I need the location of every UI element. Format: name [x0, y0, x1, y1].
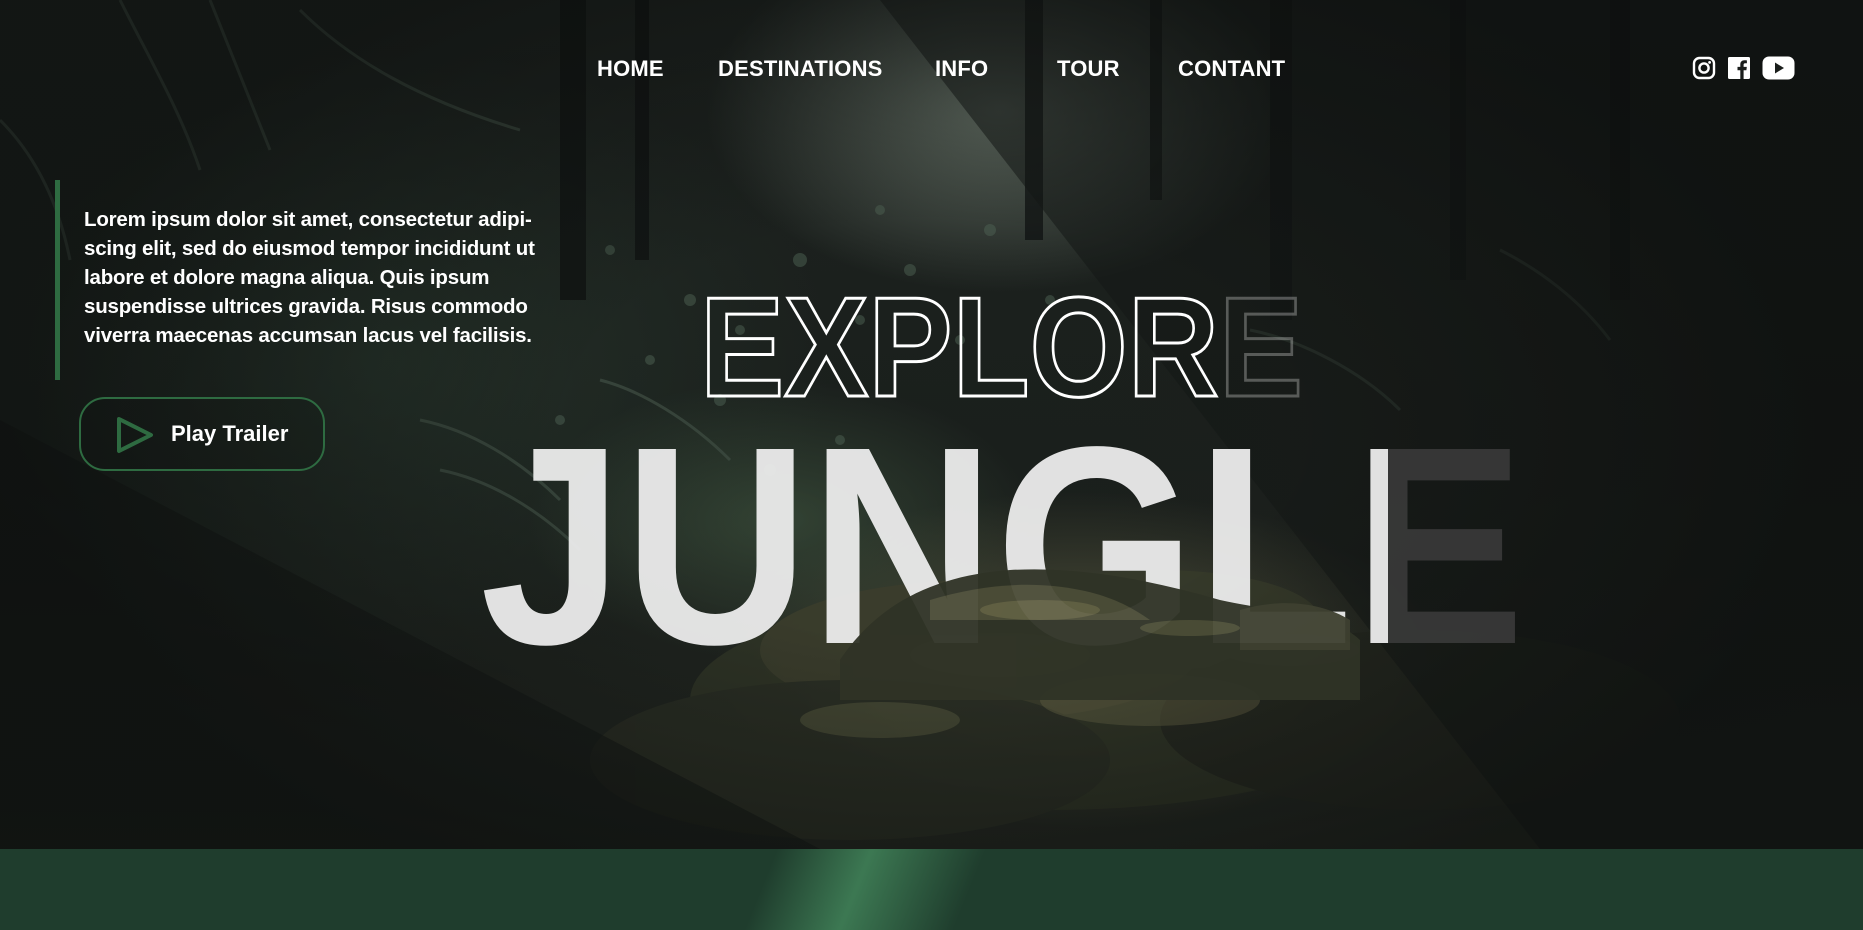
headline-graphic: EXPLORE EXPLORE JUNGLE JUNGLE [480, 267, 1525, 704]
footer-band [0, 849, 1863, 930]
landing-page: HOME DESTINATIONS INFO TOUR CONTANT Lore… [0, 0, 1863, 930]
